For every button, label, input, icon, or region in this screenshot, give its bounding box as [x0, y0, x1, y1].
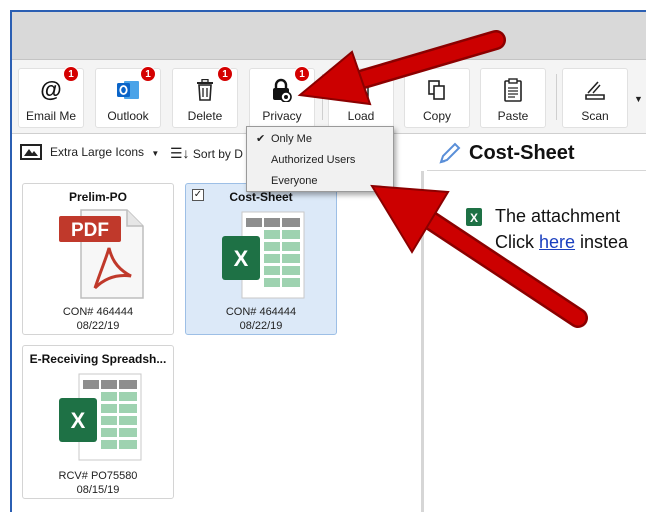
scan-button[interactable]: Scan [562, 68, 628, 128]
toolbar: @ Email Me 1 Outlook 1 Delete 1 Privacy … [12, 60, 646, 134]
click-here-message: Click here instea [495, 232, 628, 253]
excel-file-icon: X [59, 373, 142, 461]
load-icon [329, 77, 393, 103]
file-title: Prelim-PO [68, 190, 128, 204]
privacy-dropdown-menu: ✔ Only Me Authorized Users Everyone [246, 126, 394, 192]
paste-button[interactable]: Paste [480, 68, 546, 128]
excel-icon-text: X [71, 408, 86, 433]
excel-attachment-icon: X [466, 208, 482, 226]
file-card-prelim-po[interactable]: Prelim-PO PDF CON# 464444 08/22/19 [22, 183, 174, 335]
privacy-button[interactable]: Privacy 1 [249, 66, 315, 128]
email-me-button[interactable]: @ Email Me 1 [18, 66, 84, 128]
scan-dropdown-icon[interactable]: ▼ [634, 94, 643, 104]
file-date: 08/22/19 [239, 320, 283, 332]
outlook-label: Outlook [107, 109, 149, 123]
menu-item-label: Everyone [271, 175, 318, 187]
preview-header: Cost-Sheet [427, 135, 646, 171]
file-card-e-receiving[interactable]: E-Receiving Spreadsh... X RCV# PO75580 0… [22, 345, 174, 499]
load-button[interactable]: Load [328, 68, 394, 128]
pdf-icon-text: PDF [71, 220, 109, 241]
view-mode-label: Extra Large Icons [50, 145, 145, 159]
preview-panel: Cost-Sheet X The attachment Click here i… [427, 135, 646, 512]
excel-icon-text: X [234, 246, 249, 271]
scanner-icon [563, 77, 627, 103]
notification-badge: 1 [217, 66, 233, 82]
sort-icon: ☰↓ [170, 145, 190, 161]
pencil-icon[interactable] [437, 142, 461, 166]
file-title: E-Receiving Spreadsh... [29, 352, 167, 366]
notification-badge: 1 [140, 66, 156, 82]
sort-label: Sort by D [192, 147, 243, 161]
file-title: Cost-Sheet [229, 190, 293, 204]
toolbar-divider [322, 74, 323, 120]
privacy-label: Privacy [262, 109, 302, 123]
title-bar [12, 12, 646, 60]
menu-item-label: Authorized Users [271, 154, 356, 166]
svg-text:X: X [470, 211, 478, 225]
image-view-icon [20, 144, 42, 160]
notification-badge: 1 [63, 66, 79, 82]
sort-dropdown[interactable]: ☰↓ Sort by D [170, 145, 243, 162]
notification-badge: 1 [294, 66, 310, 82]
paste-label: Paste [497, 109, 529, 123]
load-label: Load [347, 109, 375, 123]
file-date: 08/15/19 [76, 484, 120, 496]
click-prefix: Click [495, 232, 539, 252]
click-suffix: instea [575, 232, 629, 252]
copy-button[interactable]: Copy [404, 68, 470, 128]
chevron-down-icon: ▼ [151, 149, 160, 158]
email-me-label: Email Me [25, 109, 76, 123]
copy-label: Copy [422, 109, 451, 123]
excel-file-icon: X [222, 211, 305, 299]
delete-label: Delete [187, 109, 223, 123]
pdf-file-icon: PDF [59, 209, 144, 299]
file-date: 08/22/19 [76, 320, 120, 332]
toolbar-divider [556, 74, 557, 120]
menu-item-label: Only Me [271, 133, 312, 145]
delete-button[interactable]: Delete 1 [172, 66, 238, 128]
clipboard-icon [481, 77, 545, 103]
menu-item-authorized-users[interactable]: Authorized Users [247, 150, 393, 170]
outlook-button[interactable]: Outlook 1 [95, 66, 161, 128]
scan-label: Scan [581, 109, 609, 123]
menu-item-everyone[interactable]: Everyone [247, 171, 393, 191]
file-ref: CON# 464444 [62, 306, 134, 318]
copy-icon [405, 77, 469, 103]
file-ref: CON# 464444 [225, 306, 297, 318]
view-mode-dropdown[interactable]: Extra Large Icons ▼ [50, 145, 159, 159]
file-card-cost-sheet[interactable]: ✓ Cost-Sheet X CON# 464444 08/22/19 [185, 183, 337, 335]
attachment-message: The attachment [495, 206, 621, 226]
preview-title: Cost-Sheet [469, 142, 575, 164]
file-ref: RCV# PO75580 [58, 470, 138, 482]
checkmark-icon: ✔ [256, 133, 266, 145]
here-link[interactable]: here [539, 232, 575, 252]
menu-item-only-me[interactable]: ✔ Only Me [247, 129, 393, 149]
